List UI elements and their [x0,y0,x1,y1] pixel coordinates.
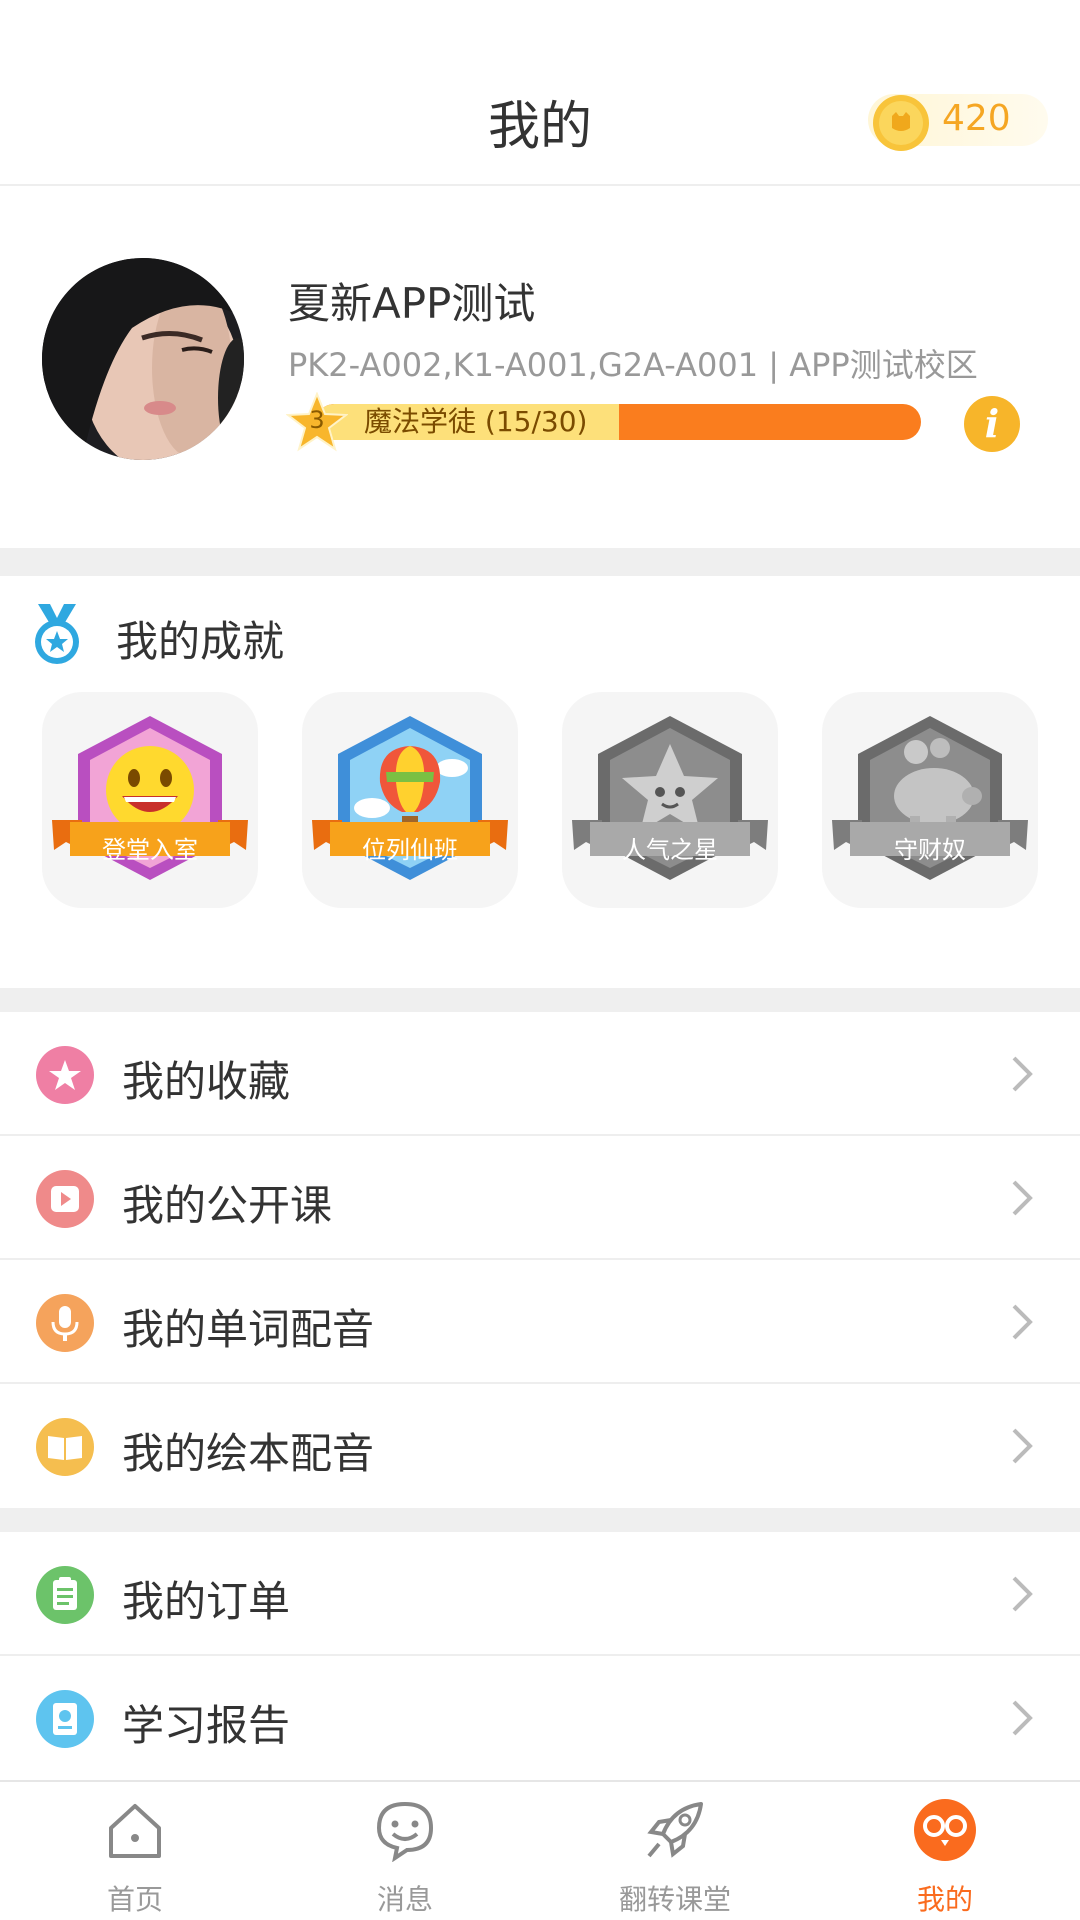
badge-card[interactable]: 位列仙班 [302,692,518,908]
section-divider [0,548,1080,576]
menu-item-picture-book-dubbing[interactable]: 我的绘本配音 [0,1384,1080,1508]
level-title: 魔法学徒 (15/30) [364,405,588,438]
piggy-bank-badge-icon [832,716,1028,880]
medal-icon [35,604,79,664]
chevron-right-icon [1012,1304,1033,1340]
coin-count: 420 [942,98,1011,139]
book-icon [36,1418,94,1476]
achievements-title: 我的成就 [116,617,285,666]
smiley-badge-icon [52,716,248,880]
level-number: 3 [309,406,325,434]
section-divider [0,1508,1080,1532]
my-page: 我的 420 夏新APP测试 PK2-A002,K1-A001,G2A-A001… [0,0,1080,1920]
header: 我的 420 [0,0,1080,186]
menu-item-study-report[interactable]: 学习报告 [0,1656,1080,1780]
menu-item-label: 学习报告 [122,1701,291,1750]
clipboard-icon [36,1566,94,1624]
tab-label: 翻转课堂 [618,1883,731,1916]
owl-icon [914,1799,976,1861]
chevron-right-icon [1012,1180,1033,1216]
chevron-right-icon [1012,1428,1033,1464]
tab-home[interactable]: 首页 [0,1782,270,1920]
gold-coin-icon[interactable] [872,94,930,152]
user-name: 夏新APP测试 [288,279,536,328]
tab-label: 我的 [916,1883,973,1916]
menu-item-orders[interactable]: 我的订单 [0,1532,1080,1656]
play-icon [36,1170,94,1228]
section-divider [0,988,1080,1012]
profile-card[interactable]: 夏新APP测试 PK2-A002,K1-A001,G2A-A001 | APP测… [0,188,1080,548]
hot-air-balloon-badge-icon [312,716,508,880]
badge-label: 守财奴 [894,836,966,864]
menu-item-favorites[interactable]: 我的收藏 [0,1012,1080,1136]
user-classes: PK2-A002,K1-A001,G2A-A001 | APP测试校区 [288,346,978,384]
avatar[interactable] [42,258,244,460]
menu-item-open-class[interactable]: 我的公开课 [0,1136,1080,1260]
menu-item-label: 我的公开课 [122,1181,333,1230]
menu-item-label: 我的订单 [122,1577,291,1626]
info-icon[interactable]: i [964,396,1020,452]
microphone-icon [36,1294,94,1352]
message-icon [376,1801,434,1862]
chevron-right-icon [1012,1700,1033,1736]
menu-item-label: 我的绘本配音 [122,1429,375,1478]
report-icon [36,1690,94,1748]
star-badge-icon [572,716,768,880]
tab-label: 消息 [376,1883,433,1916]
menu-item-label: 我的单词配音 [122,1305,375,1354]
achievements-section: 我的成就 登堂入室 位列仙班 人气之星 守财奴 [0,576,1080,988]
tab-mine[interactable]: 我的 [810,1782,1080,1920]
tab-messages[interactable]: 消息 [270,1782,540,1920]
chevron-right-icon [1012,1576,1033,1612]
badge-label: 人气之星 [622,836,718,864]
chevron-right-icon [1012,1056,1033,1092]
bottom-tab-bar: 首页 消息 翻转课堂 我的 [0,1780,1080,1920]
badge-label: 位列仙班 [362,836,458,864]
menu-item-word-dubbing[interactable]: 我的单词配音 [0,1260,1080,1384]
badge-card[interactable]: 守财奴 [822,692,1038,908]
menu-item-label: 我的收藏 [122,1057,291,1106]
rocket-icon [647,1802,703,1858]
badge-card[interactable]: 人气之星 [562,692,778,908]
badge-label: 登堂入室 [102,836,198,864]
tab-flipped-classroom[interactable]: 翻转课堂 [540,1782,810,1920]
home-icon [109,1804,161,1858]
badge-card[interactable]: 登堂入室 [42,692,258,908]
tab-label: 首页 [106,1883,163,1916]
star-icon [36,1046,94,1104]
